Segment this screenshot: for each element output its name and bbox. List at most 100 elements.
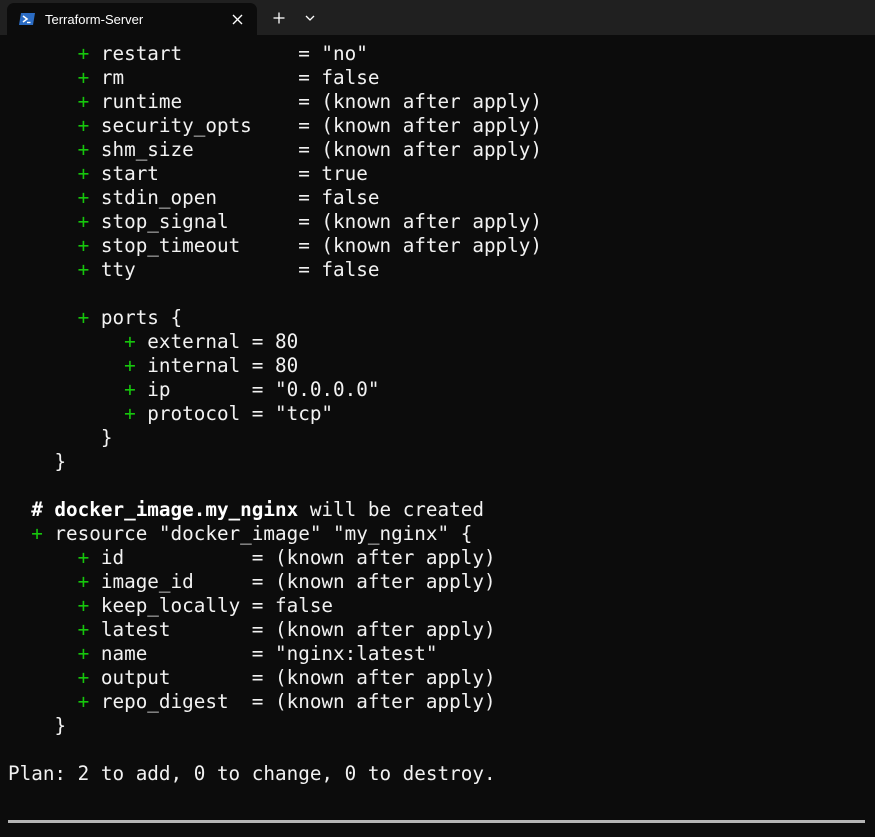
- terminal-line: + external = 80: [8, 330, 298, 354]
- chevron-down-icon: [305, 15, 315, 21]
- plus-marker: +: [124, 378, 136, 401]
- tab-title: Terraform-Server: [45, 11, 144, 27]
- line-text: name = "nginx:latest": [89, 642, 438, 665]
- close-icon: [232, 14, 242, 24]
- line-text: image_id = (known after apply): [89, 570, 496, 593]
- new-tab-button[interactable]: [266, 5, 292, 31]
- terminal-line: }: [8, 450, 66, 474]
- plus-marker: +: [77, 66, 90, 89]
- line-text: security_opts = (known after apply): [89, 114, 542, 137]
- terminal-line: # docker_image.my_nginx will be created: [8, 498, 484, 522]
- plus-marker: +: [77, 690, 90, 713]
- plus-marker: +: [77, 642, 90, 665]
- plus-marker: +: [77, 186, 90, 209]
- terminal-line: + internal = 80: [8, 354, 298, 378]
- terminal-line: + output = (known after apply): [8, 666, 496, 690]
- terminal-line: + stdin_open = false: [8, 186, 380, 210]
- line-text: id = (known after apply): [89, 546, 496, 569]
- tab-terraform-server[interactable]: Terraform-Server: [7, 3, 257, 35]
- terminal-line: + security_opts = (known after apply): [8, 114, 542, 138]
- terminal-line: + keep_locally = false: [8, 594, 333, 618]
- line-text: internal = 80: [135, 354, 299, 377]
- plus-marker: +: [124, 330, 136, 353]
- plus-marker: +: [77, 666, 90, 689]
- plus-marker: +: [77, 570, 90, 593]
- line-text: rm = false: [89, 66, 380, 89]
- line-text: }: [100, 426, 113, 449]
- plus-marker: +: [77, 306, 90, 329]
- plus-marker: +: [77, 594, 90, 617]
- line-text: start = true: [89, 162, 368, 185]
- line-text: will be created: [298, 498, 484, 521]
- plus-marker: +: [77, 90, 90, 113]
- line-text: resource "docker_image" "my_nginx" {: [42, 522, 473, 545]
- terminal-line: + ip = "0.0.0.0": [8, 378, 379, 402]
- plus-marker: +: [77, 234, 90, 257]
- terminal-line: + shm_size = (known after apply): [8, 138, 542, 162]
- terminal-line: + runtime = (known after apply): [8, 90, 542, 114]
- line-text: runtime = (known after apply): [89, 90, 542, 113]
- terminal-line: + id = (known after apply): [8, 546, 496, 570]
- line-text: }: [54, 450, 67, 473]
- terminal-line: + rm = false: [8, 66, 380, 90]
- line-text: restart = "no": [89, 42, 368, 65]
- terminal-output[interactable]: + restart = "no" + rm = false + runtime …: [0, 35, 875, 820]
- line-text: repo_digest = (known after apply): [89, 690, 496, 713]
- plus-icon: [273, 12, 285, 24]
- line-text: stop_signal = (known after apply): [89, 210, 542, 233]
- line-text: keep_locally = false: [89, 594, 334, 617]
- powershell-icon: [19, 12, 35, 26]
- plus-marker: +: [77, 42, 90, 65]
- line-text: tty = false: [89, 258, 380, 281]
- terminal-line: }: [8, 714, 66, 738]
- terminal-line: Plan: 2 to add, 0 to change, 0 to destro…: [8, 762, 496, 786]
- line-text: Plan: 2 to add, 0 to change, 0 to destro…: [8, 762, 496, 785]
- plus-marker: +: [77, 546, 90, 569]
- line-text: ip = "0.0.0.0": [135, 378, 380, 401]
- terminal-line: + restart = "no": [8, 42, 368, 66]
- terminal-line: + stop_signal = (known after apply): [8, 210, 542, 234]
- terminal-line: + latest = (known after apply): [8, 618, 496, 642]
- line-text: shm_size = (known after apply): [89, 138, 542, 161]
- plus-marker: +: [77, 138, 90, 161]
- line-text: stdin_open = false: [89, 186, 380, 209]
- terminal-line: }: [8, 426, 113, 450]
- plus-marker: +: [77, 162, 90, 185]
- line-text: }: [54, 714, 67, 737]
- terminal-line: + tty = false: [8, 258, 380, 282]
- title-bar: Terraform-Server: [0, 0, 875, 35]
- plus-marker: +: [124, 402, 136, 425]
- line-text: protocol = "tcp": [135, 402, 334, 425]
- terminal-line: + ports {: [8, 306, 182, 330]
- line-text: output = (known after apply): [89, 666, 496, 689]
- close-tab-button[interactable]: [225, 7, 249, 31]
- plus-marker: +: [77, 114, 90, 137]
- terminal-line: + resource "docker_image" "my_nginx" {: [8, 522, 472, 546]
- plus-marker: +: [31, 522, 43, 545]
- terminal-line: + protocol = "tcp": [8, 402, 333, 426]
- terminal-line: + start = true: [8, 162, 368, 186]
- tab-dropdown-button[interactable]: [297, 5, 323, 31]
